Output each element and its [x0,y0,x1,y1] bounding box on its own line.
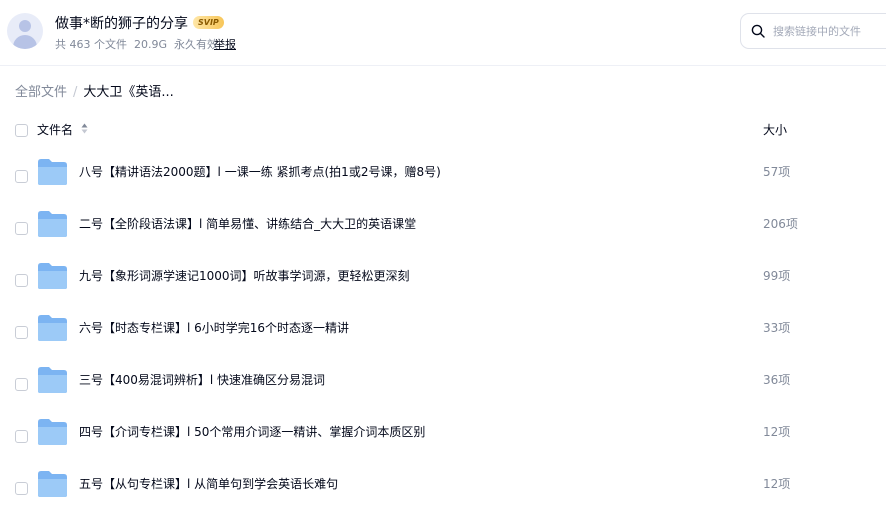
select-all-checkbox[interactable] [15,124,28,137]
row-checkbox[interactable] [15,378,28,391]
total-size: 20.9G [134,38,168,51]
folder-icon [38,263,67,289]
sort-icon[interactable] [81,123,88,134]
file-size: 12项 [763,477,791,491]
folder-icon [38,367,67,393]
file-count: 共 463 个文件 [55,38,127,51]
row-checkbox[interactable] [15,482,28,495]
column-size: 大小 [763,123,788,137]
row-checkbox[interactable] [15,222,28,235]
file-size: 33项 [763,321,791,335]
search-input[interactable] [773,22,883,40]
file-row[interactable]: 三号【400易混词辨析】l 快速准确区分易混词 36项 [0,364,886,416]
breadcrumb-current: 大大卫《英语... [83,85,174,100]
file-row[interactable]: 九号【象形词源学速记1000词】听故事学词源，更轻松更深刻 99项 [0,260,886,312]
file-name[interactable]: 八号【精讲语法2000题】l 一课一练 紧抓考点(拍1或2号课，赠8号) [79,163,441,180]
share-header: 做事*断的狮子的分享 SVIP 共 463 个文件 20.9G 永久有效 举报 [0,0,886,66]
file-name[interactable]: 九号【象形词源学速记1000词】听故事学词源，更轻松更深刻 [79,267,410,284]
search-icon [751,24,765,38]
folder-icon [38,211,67,237]
file-row[interactable]: 二号【全阶段语法课】l 简单易懂、讲练结合_大大卫的英语课堂 206项 [0,208,886,260]
row-checkbox[interactable] [15,170,28,183]
file-size: 99项 [763,269,791,283]
svip-badge: SVIP [193,16,224,29]
breadcrumb-root[interactable]: 全部文件 [15,85,67,100]
avatar-icon [7,13,43,49]
report-link[interactable]: 举报 [214,36,236,52]
file-name[interactable]: 五号【从句专栏课】l 从简单句到学会英语长难句 [79,475,338,492]
row-checkbox[interactable] [15,274,28,287]
file-name[interactable]: 三号【400易混词辨析】l 快速准确区分易混词 [79,371,325,388]
folder-icon [38,315,67,341]
file-list-header: 文件名 大小 [0,118,886,144]
file-name[interactable]: 六号【时态专栏课】l 6小时学完16个时态逐一精讲 [79,319,349,336]
file-name[interactable]: 四号【介词专栏课】l 50个常用介词逐一精讲、掌握介词本质区别 [79,423,425,440]
breadcrumb: 全部文件 / 大大卫《英语... [15,81,174,100]
file-row[interactable]: 六号【时态专栏课】l 6小时学完16个时态逐一精讲 33项 [0,312,886,364]
search-box[interactable] [740,13,886,49]
column-name[interactable]: 文件名 [37,121,73,138]
share-title: 做事*断的狮子的分享 [55,16,188,32]
breadcrumb-separator: / [73,85,78,100]
folder-icon [38,471,67,497]
row-checkbox[interactable] [15,430,28,443]
folder-icon [38,419,67,445]
row-checkbox[interactable] [15,326,28,339]
file-size: 12项 [763,425,791,439]
share-meta: 共 463 个文件 20.9G 永久有效 [55,36,225,52]
folder-icon [38,159,67,185]
file-size: 57项 [763,165,791,179]
file-row[interactable]: 四号【介词专栏课】l 50个常用介词逐一精讲、掌握介词本质区别 12项 [0,416,886,468]
file-size: 36项 [763,373,791,387]
file-row[interactable]: 八号【精讲语法2000题】l 一课一练 紧抓考点(拍1或2号课，赠8号) 57项 [0,156,886,208]
file-row[interactable]: 五号【从句专栏课】l 从简单句到学会英语长难句 12项 [0,468,886,509]
file-name[interactable]: 二号【全阶段语法课】l 简单易懂、讲练结合_大大卫的英语课堂 [79,215,416,232]
file-size: 206项 [763,217,798,231]
validity: 永久有效 [174,38,219,51]
